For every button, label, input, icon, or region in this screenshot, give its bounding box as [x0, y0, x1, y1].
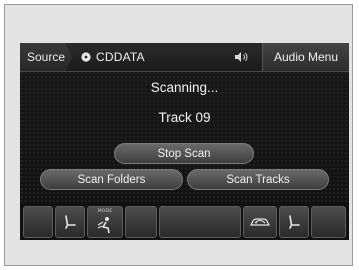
blank-button-left[interactable]	[23, 206, 53, 238]
audio-menu-button[interactable]: Audio Menu	[262, 43, 349, 71]
passenger-seat-heater-button[interactable]	[279, 206, 309, 238]
source-button[interactable]: Source	[20, 43, 72, 71]
air-flow-mode-icon	[97, 217, 110, 234]
air-flow-mode-button[interactable]: MODE	[87, 206, 123, 238]
blank-button-2[interactable]	[125, 206, 157, 238]
scan-folders-button[interactable]: Scan Folders	[40, 169, 183, 190]
driver-seat-heater-button[interactable]	[55, 206, 85, 238]
seat-heater-icon	[289, 215, 300, 229]
blank-wide-button[interactable]	[159, 206, 241, 238]
scan-status-text: Scanning...	[150, 80, 219, 95]
source-name: CDDATA	[96, 50, 145, 64]
volume-icon	[235, 52, 248, 62]
bottom-control-bar: MODE	[20, 204, 349, 240]
recirculation-button[interactable]	[243, 206, 277, 238]
stop-scan-button[interactable]: Stop Scan	[114, 143, 254, 164]
top-bar: Source CDDATA Audio Menu	[20, 43, 349, 72]
scan-tracks-button[interactable]: Scan Tracks	[187, 169, 329, 190]
disc-icon	[81, 52, 91, 62]
seat-heater-icon	[65, 215, 76, 229]
blank-button-right[interactable]	[311, 206, 346, 238]
audio-screen: Source CDDATA Audio Menu Scanning... Tra…	[20, 43, 349, 240]
mode-label: MODE	[97, 209, 113, 214]
recirculation-icon	[250, 218, 270, 226]
track-number: Track 09	[158, 110, 211, 125]
